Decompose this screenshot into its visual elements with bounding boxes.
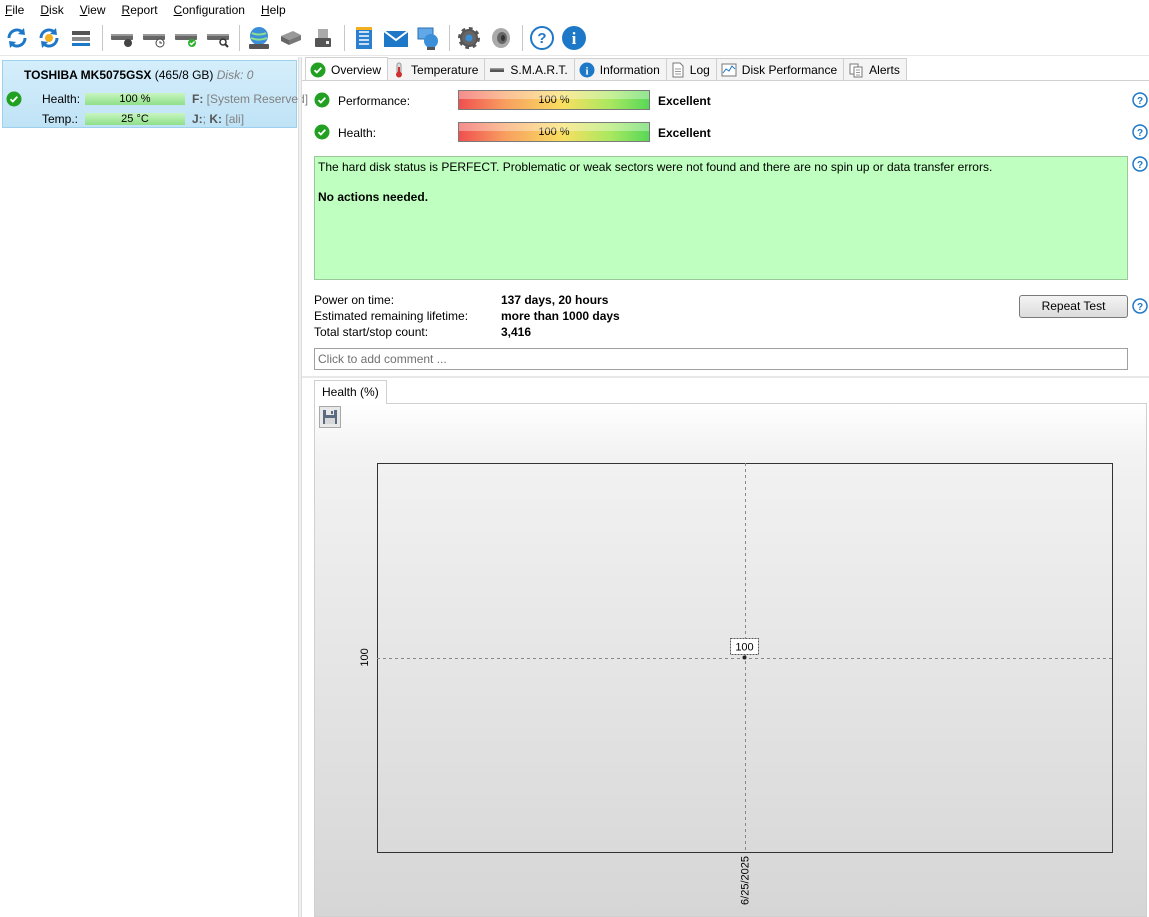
data-point xyxy=(742,655,747,660)
disk-card[interactable]: TOSHIBA MK5075GSX (465/8 GB) Disk: 0 Hea… xyxy=(2,60,308,128)
disk-temp-bar: 25 °C xyxy=(85,113,185,125)
svg-text:?: ? xyxy=(1137,128,1143,139)
tab-overview[interactable]: Overview xyxy=(305,57,389,81)
data-label: 100 xyxy=(735,642,753,654)
refresh-all-icon[interactable] xyxy=(35,24,63,52)
toolbar-separator xyxy=(239,24,240,51)
svg-text:?: ? xyxy=(1137,96,1143,107)
repeat-test-help-icon[interactable]: ? xyxy=(1132,298,1148,314)
smart-icon xyxy=(489,62,505,78)
svg-text:?: ? xyxy=(537,30,546,47)
repeat-test-button[interactable]: Repeat Test xyxy=(1019,295,1128,318)
tab-information[interactable]: i Information xyxy=(573,58,667,81)
menu-configuration[interactable]: Configuration xyxy=(169,0,250,20)
disk-name: TOSHIBA MK5075GSX xyxy=(24,68,152,82)
performance-chart-icon xyxy=(721,63,737,77)
email-icon[interactable] xyxy=(382,24,410,52)
power-on-label: Power on time: xyxy=(314,293,395,307)
health-label: Health: xyxy=(338,126,377,140)
disk-tool-icon[interactable] xyxy=(108,24,136,52)
help-icon[interactable]: ? xyxy=(528,24,556,52)
toolbar-separator xyxy=(449,24,450,51)
performance-rating: Excellent xyxy=(658,94,711,108)
performance-label: Performance: xyxy=(338,94,411,108)
notepad-icon[interactable] xyxy=(350,24,378,52)
svg-text:?: ? xyxy=(1137,160,1143,171)
menu-bar: File Disk View Report Configuration Help xyxy=(0,0,1149,20)
sound-icon[interactable] xyxy=(487,24,515,52)
tab-smart[interactable]: S.M.A.R.T. xyxy=(484,58,575,81)
lifetime-label: Estimated remaining lifetime: xyxy=(314,309,469,323)
health-value: 100 % xyxy=(538,126,570,138)
menu-disk[interactable]: Disk xyxy=(35,0,68,20)
toolbar-separator xyxy=(102,24,103,51)
toolbar-separator xyxy=(522,24,523,51)
thermometer-icon xyxy=(392,62,406,78)
tab-bar: Overview Temperature S.M.A.R.T. i Inform… xyxy=(305,57,907,81)
network-icon[interactable] xyxy=(245,24,273,52)
tab-disk-performance[interactable]: Disk Performance xyxy=(715,58,845,81)
disk-list-panel: TOSHIBA MK5075GSX (465/8 GB) Disk: 0 Hea… xyxy=(0,57,308,917)
health-ok-icon xyxy=(314,124,330,143)
health-help-icon[interactable]: ? xyxy=(1132,124,1148,140)
check-circle-icon xyxy=(310,62,326,78)
disk-temp-label: Temp.: xyxy=(42,112,79,126)
alerts-icon xyxy=(848,62,864,78)
chart-splitter[interactable] xyxy=(302,376,1149,378)
tab-health-chart[interactable]: Health (%) xyxy=(314,380,387,404)
tabs-underline xyxy=(302,80,1149,81)
log-document-icon xyxy=(671,62,685,78)
tab-alerts[interactable]: Alerts xyxy=(843,58,907,81)
disk-check-icon[interactable] xyxy=(172,24,200,52)
health-rating: Excellent xyxy=(658,126,711,140)
svg-text:i: i xyxy=(585,66,588,78)
disk-title: TOSHIBA MK5075GSX (465/8 GB) Disk: 0 xyxy=(24,68,253,82)
menu-help[interactable]: Help xyxy=(256,0,291,20)
x-tick-label: 6/25/2025 xyxy=(740,856,752,905)
performance-bar: 100 % xyxy=(458,90,650,110)
menu-view[interactable]: View xyxy=(75,0,111,20)
y-tick-label: 100 xyxy=(359,648,371,666)
health-chart: 100 6/25/2025 100 xyxy=(359,463,1113,905)
comment-input[interactable] xyxy=(314,348,1128,370)
tab-log[interactable]: Log xyxy=(665,58,717,81)
info-icon[interactable]: i xyxy=(560,24,588,52)
menu-report[interactable]: Report xyxy=(117,0,163,20)
performance-help-icon[interactable]: ? xyxy=(1132,92,1148,108)
usb-disk-icon[interactable] xyxy=(309,24,337,52)
drive-jk: J:; K: [ali] xyxy=(192,112,245,126)
performance-ok-icon xyxy=(314,92,330,111)
drive-f: F: [System Reserved] xyxy=(192,92,309,106)
svg-text:i: i xyxy=(572,29,577,48)
disk-schedule-icon[interactable] xyxy=(140,24,168,52)
disk-list-icon[interactable] xyxy=(67,24,95,52)
startstop-value: 3,416 xyxy=(501,325,532,339)
power-on-value: 137 days, 20 hours xyxy=(501,293,609,307)
status-help-icon[interactable]: ? xyxy=(1132,156,1148,172)
refresh-icon[interactable] xyxy=(3,24,31,52)
action-text: No actions needed. xyxy=(318,190,429,204)
disk-health-label: Health: xyxy=(42,92,81,106)
svg-text:?: ? xyxy=(1137,302,1143,313)
performance-value: 100 % xyxy=(538,94,570,106)
info-icon: i xyxy=(579,62,595,78)
disk-size: (465/8 GB) xyxy=(154,68,214,82)
toolbar: ? i xyxy=(0,20,1149,56)
disk-number: Disk: 0 xyxy=(216,68,254,82)
disk-ok-icon xyxy=(6,91,22,110)
lifetime-value: more than 1000 days xyxy=(501,309,620,323)
health-bar: 100 % xyxy=(458,122,650,142)
disk-health-bar: 100 % xyxy=(85,93,185,105)
benchmark-icon[interactable] xyxy=(277,24,305,52)
settings-icon[interactable] xyxy=(455,24,483,52)
menu-file[interactable]: File xyxy=(0,0,29,20)
startstop-label: Total start/stop count: xyxy=(314,325,429,339)
panel-splitter[interactable] xyxy=(298,57,302,917)
tab-temperature[interactable]: Temperature xyxy=(387,58,486,81)
toolbar-separator xyxy=(344,24,345,51)
disk-search-icon[interactable] xyxy=(204,24,232,52)
status-message-box: The hard disk status is PERFECT. Problem… xyxy=(314,156,1128,280)
status-text: The hard disk status is PERFECT. Problem… xyxy=(318,160,993,174)
remote-icon[interactable] xyxy=(414,24,442,52)
